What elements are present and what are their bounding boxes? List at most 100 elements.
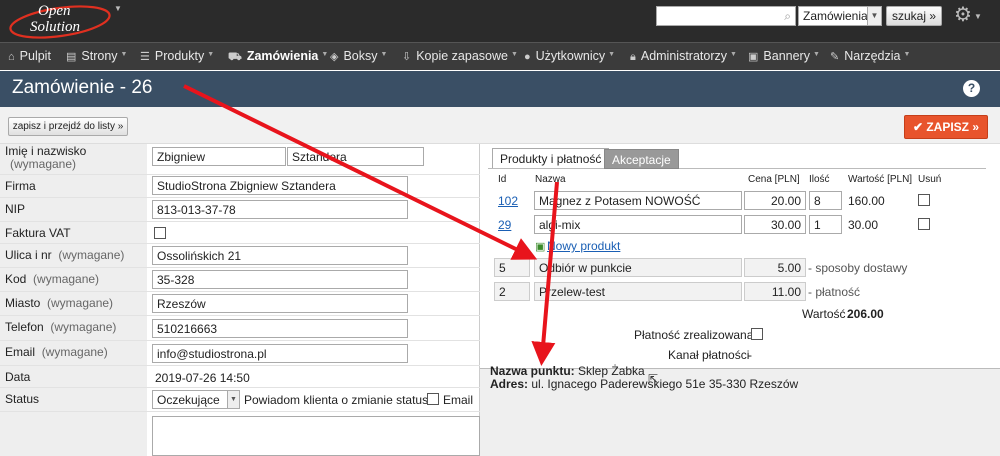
nav-item-pulpit[interactable]: ⌂ Pulpit bbox=[8, 43, 51, 71]
product-id-link[interactable]: 29 bbox=[498, 218, 511, 232]
first-name-field[interactable]: Zbigniew bbox=[152, 147, 286, 166]
nav-item-kopie[interactable]: ⇩ Kopie zapasowe ▼ bbox=[402, 43, 518, 71]
chevron-down-icon: ▼ bbox=[608, 51, 616, 58]
help-icon[interactable]: ? bbox=[963, 80, 980, 97]
nav-item-administratorzy[interactable]: 🔒︎ Administratorzy ▼ bbox=[630, 43, 737, 71]
field-label: Miasto (wymagane) bbox=[0, 292, 147, 315]
search-button[interactable]: szukaj » bbox=[886, 6, 942, 26]
city-field[interactable]: Rzeszów bbox=[152, 294, 408, 313]
required-hint: (wymagane) bbox=[33, 272, 100, 286]
product-price-field[interactable]: 30.00 bbox=[744, 215, 806, 234]
pickup-address-value: ul. Ignacego Paderewskiego 51e 35-330 Rz… bbox=[531, 377, 799, 391]
vat-invoice-checkbox[interactable] bbox=[154, 227, 166, 239]
product-name-field[interactable]: Magnez z Potasem NOWOŚĆ bbox=[534, 191, 742, 210]
name-label: Imię i nazwisko bbox=[5, 144, 87, 158]
product-id-link[interactable]: 102 bbox=[498, 194, 518, 208]
nav-label: Administratorzy bbox=[640, 49, 727, 63]
gear-icon[interactable]: ⚙ bbox=[954, 5, 972, 25]
zip-label: Kod bbox=[5, 272, 27, 286]
status-select[interactable]: Oczekujące ▼ bbox=[152, 390, 240, 409]
chevron-down-icon: ▼ bbox=[227, 391, 239, 408]
banner-icon: ▣ bbox=[748, 51, 759, 63]
field-label: Ulica i nr (wymagane) bbox=[0, 244, 147, 267]
required-hint: (wymagane) bbox=[50, 320, 117, 334]
user-icon: ● bbox=[524, 51, 531, 63]
product-price-field[interactable]: 20.00 bbox=[744, 191, 806, 210]
pickup-address-label: Adres: bbox=[490, 377, 529, 391]
new-product-link[interactable]: Nowy produkt bbox=[547, 239, 620, 253]
chevron-down-icon: ▼ bbox=[730, 51, 737, 58]
field-label: Imię i nazwisko (wymagane) bbox=[0, 144, 147, 174]
company-field[interactable]: StudioStrona Zbigniew Sztandera bbox=[152, 176, 408, 195]
settings-dropdown-caret-icon[interactable]: ▼ bbox=[974, 12, 982, 21]
status-value: Oczekujące bbox=[157, 393, 220, 407]
mouse-cursor-icon: ⇱ bbox=[648, 372, 659, 386]
shipping-price: 5.00 bbox=[744, 258, 806, 277]
product-qty-field[interactable]: 8 bbox=[809, 191, 842, 210]
nav-label: Strony bbox=[81, 49, 118, 63]
form-row-street: Ulica i nr (wymagane) Ossolińskich 21 bbox=[0, 244, 480, 268]
form-row-zip: Kod (wymagane) 35-328 bbox=[0, 268, 480, 292]
column-header-id: Id bbox=[498, 174, 507, 185]
form-row-phone: Telefon (wymagane) 510216663 bbox=[0, 316, 480, 341]
lock-icon: 🔒︎ bbox=[630, 51, 636, 63]
logo-dropdown-caret-icon[interactable]: ▼ bbox=[114, 4, 122, 13]
email-label: Email bbox=[5, 345, 36, 359]
tab-products-payment[interactable]: Produkty i płatność bbox=[492, 148, 610, 168]
save-and-list-button[interactable]: zapisz i przejdź do listy » bbox=[8, 117, 128, 136]
nav-item-uzytkownicy[interactable]: ● Użytkownicy ▼ bbox=[524, 43, 615, 71]
payment-channel-label: Kanał płatności bbox=[668, 348, 750, 362]
nav-item-produkty[interactable]: ☰ Produkty ▼ bbox=[140, 43, 214, 71]
delete-product-checkbox[interactable] bbox=[918, 218, 930, 230]
nip-field[interactable]: 813-013-37-78 bbox=[152, 200, 408, 219]
payment-done-label: Płatność zrealizowana bbox=[634, 328, 754, 342]
nav-item-narzedzia[interactable]: ✎ Narzędzia ▼ bbox=[830, 43, 910, 71]
street-field[interactable]: Ossolińskich 21 bbox=[152, 246, 408, 265]
nav-item-bannery[interactable]: ▣ Bannery ▼ bbox=[748, 43, 820, 71]
nav-item-strony[interactable]: ▤ Strony ▼ bbox=[66, 43, 127, 71]
chevron-down-icon: ▼ bbox=[380, 51, 388, 58]
delete-product-checkbox[interactable] bbox=[918, 194, 930, 206]
field-label: Data bbox=[0, 366, 147, 387]
notes-textarea[interactable] bbox=[152, 416, 480, 456]
search-input[interactable]: ⌕ bbox=[656, 6, 796, 26]
email-field[interactable]: info@studiostrona.pl bbox=[152, 344, 408, 363]
nav-label: Użytkownicy bbox=[535, 49, 606, 63]
backup-icon: ⇩ bbox=[402, 51, 412, 63]
search-scope-select[interactable]: Zamówienia ▼ bbox=[798, 6, 882, 26]
notify-email-checkbox[interactable] bbox=[427, 393, 439, 405]
city-label: Miasto bbox=[5, 296, 41, 310]
field-label: Telefon (wymagane) bbox=[0, 316, 147, 340]
nav-item-boksy[interactable]: ◈ Boksy ▼ bbox=[330, 43, 387, 71]
phone-field[interactable]: 510216663 bbox=[152, 319, 408, 338]
save-button[interactable]: ✔ ZAPISZ » bbox=[904, 115, 988, 139]
check-icon: ✔ bbox=[912, 120, 927, 134]
total-value: 206.00 bbox=[847, 307, 884, 321]
app-logo[interactable]: Open Solution bbox=[8, 3, 120, 39]
home-icon: ⌂ bbox=[8, 51, 15, 63]
save-button-label: ZAPISZ » bbox=[926, 120, 980, 134]
product-name-field[interactable]: algi-mix bbox=[534, 215, 742, 234]
field-label bbox=[0, 412, 147, 456]
shipping-name: Odbiór w punkcie bbox=[534, 258, 742, 277]
product-qty-field[interactable]: 1 bbox=[809, 215, 842, 234]
list-icon: ☰ bbox=[140, 51, 150, 63]
last-name-field[interactable]: Sztandera bbox=[287, 147, 424, 166]
box-icon: ◈ bbox=[330, 51, 339, 63]
tab-divider bbox=[488, 168, 986, 169]
logo-text-open: Open bbox=[38, 3, 71, 19]
pickup-point-label: Nazwa punktu: bbox=[490, 364, 575, 378]
nav-item-zamowienia[interactable]: ⛟ Zamówienia ▼ bbox=[228, 43, 328, 71]
street-label: Ulica i nr bbox=[5, 248, 52, 262]
column-header-delete: Usuń bbox=[918, 174, 942, 185]
tab-acceptances[interactable]: Akceptacje bbox=[604, 149, 679, 169]
nav-label: Bannery bbox=[763, 49, 810, 63]
zip-field[interactable]: 35-328 bbox=[152, 270, 408, 289]
chevron-down-icon: ▼ bbox=[867, 7, 881, 25]
form-row-name: Imię i nazwisko (wymagane) Zbigniew Sztan… bbox=[0, 144, 480, 175]
product-value: 30.00 bbox=[848, 218, 879, 232]
chevron-down-icon: ▼ bbox=[120, 51, 128, 58]
form-row-email: Email (wymagane) info@studiostrona.pl bbox=[0, 341, 480, 366]
payment-done-checkbox[interactable] bbox=[751, 328, 763, 340]
wrench-icon: ✎ bbox=[830, 51, 840, 63]
